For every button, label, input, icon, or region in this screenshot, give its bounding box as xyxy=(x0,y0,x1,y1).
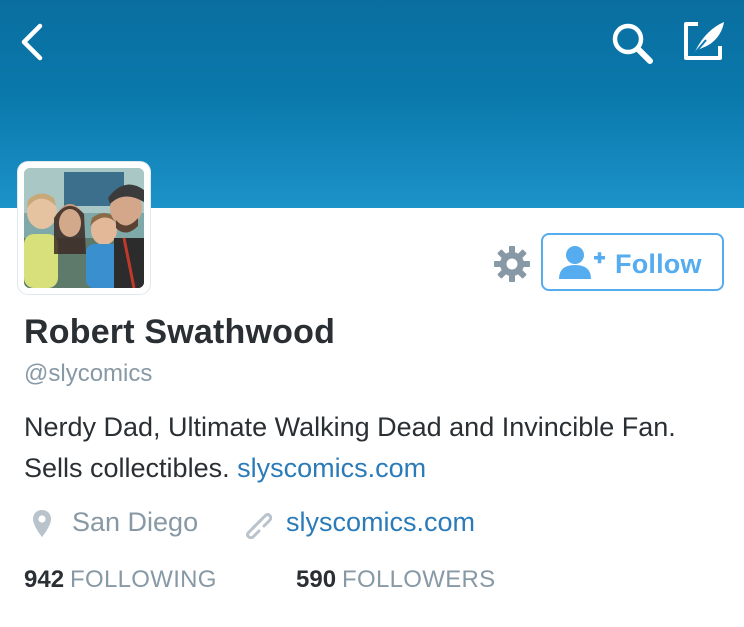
gear-icon xyxy=(494,246,530,282)
compose-tweet-icon xyxy=(684,22,724,60)
following-label: FOLLOWING xyxy=(70,566,217,593)
bio-link[interactable]: slyscomics.com xyxy=(237,453,426,483)
avatar-photo xyxy=(24,168,144,288)
followers-label: FOLLOWERS xyxy=(342,566,496,593)
avatar[interactable] xyxy=(18,162,150,294)
following-stat[interactable]: 942 FOLLOWING xyxy=(24,566,217,594)
followers-count: 590 xyxy=(296,566,337,593)
add-user-icon xyxy=(559,246,605,279)
profile-handle: @slycomics xyxy=(24,360,153,387)
followers-stat[interactable]: 590 FOLLOWERS xyxy=(296,566,495,594)
follow-button-label: Follow xyxy=(615,249,702,279)
profile-meta: San Diego slyscomics.com xyxy=(24,505,724,545)
search-button[interactable] xyxy=(608,18,658,68)
link-icon xyxy=(246,513,272,539)
profile-location: San Diego xyxy=(72,507,199,537)
chevron-left-icon xyxy=(21,23,43,61)
follow-button[interactable]: Follow xyxy=(541,233,724,291)
following-count: 942 xyxy=(24,566,65,593)
profile-website-link[interactable]: slyscomics.com xyxy=(286,507,475,538)
profile-bio: Nerdy Dad, Ultimate Walking Dead and Inv… xyxy=(24,407,724,489)
profile-name: Robert Swathwood xyxy=(24,313,336,351)
settings-button[interactable] xyxy=(492,244,532,284)
profile-stats: 942 FOLLOWING 590 FOLLOWERS xyxy=(24,566,724,600)
location-pin-icon xyxy=(33,510,51,537)
search-icon xyxy=(612,23,653,64)
compose-tweet-button[interactable] xyxy=(680,16,730,66)
back-button[interactable] xyxy=(14,20,54,64)
